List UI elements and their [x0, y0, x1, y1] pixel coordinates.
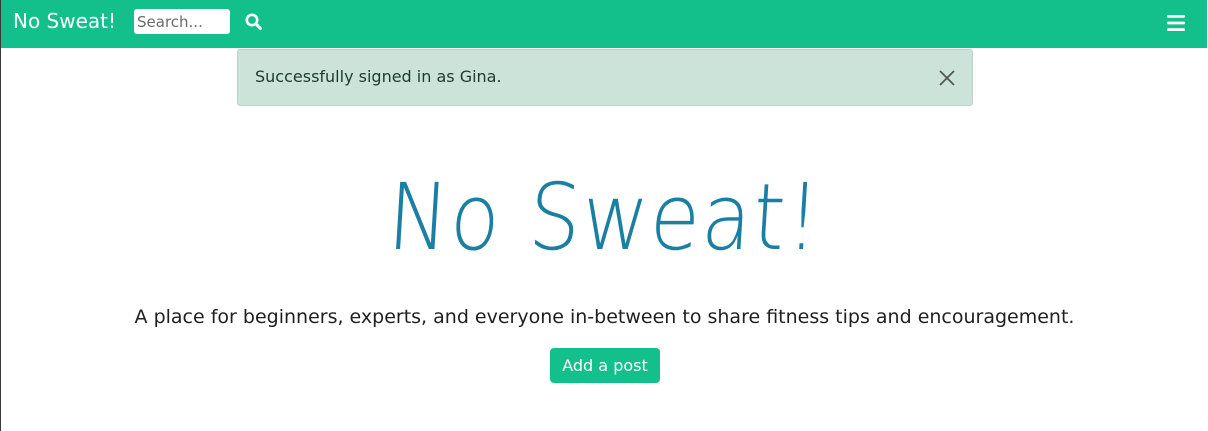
search-input[interactable]: [134, 9, 230, 34]
menu-toggle-button[interactable]: [1165, 13, 1187, 33]
hero-subtitle: A place for beginners, experts, and ever…: [134, 306, 1075, 328]
brand-link[interactable]: No Sweat!: [13, 8, 116, 34]
search-button[interactable]: [244, 12, 264, 32]
search-icon: [244, 13, 264, 35]
hamburger-menu-icon: [1165, 15, 1187, 36]
alert-message: Successfully signed in as Gina.: [255, 67, 502, 86]
add-post-button[interactable]: Add a post: [550, 348, 660, 383]
alert-close-button[interactable]: [938, 69, 956, 87]
top-navbar: No Sweat!: [1, 0, 1207, 48]
hero-title: No Sweat!: [384, 164, 825, 271]
page: No Sweat! Successfully signed in as Gina…: [0, 0, 1207, 431]
close-icon: [938, 70, 956, 90]
success-alert: Successfully signed in as Gina.: [237, 49, 973, 106]
